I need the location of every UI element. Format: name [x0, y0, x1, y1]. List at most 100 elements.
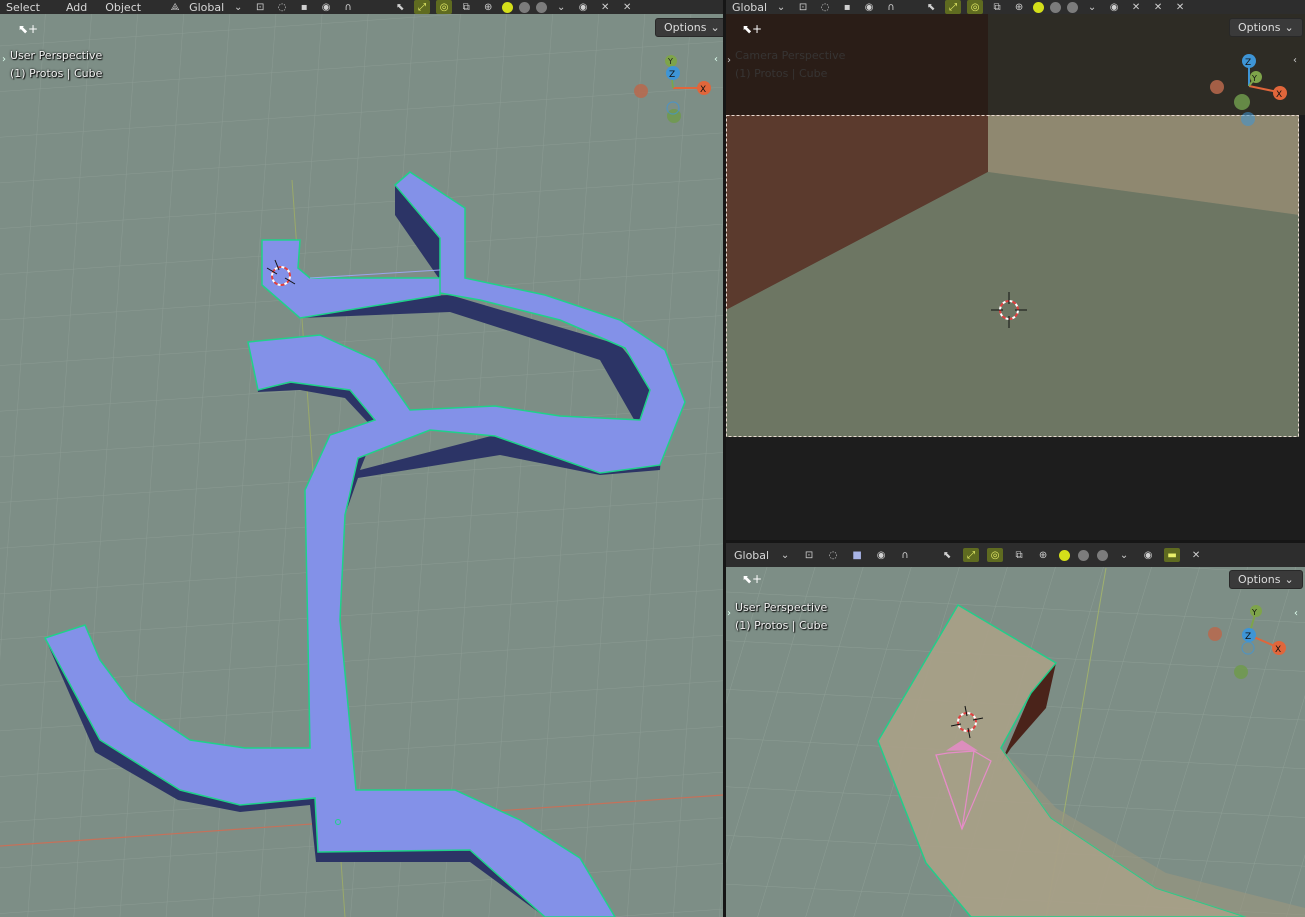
snap-target-icon[interactable]: ▪ — [296, 0, 312, 14]
left-viewport-scene[interactable] — [0, 0, 723, 917]
solid-shading-icon[interactable] — [1033, 1, 1045, 13]
close-icon[interactable]: ✕ — [1188, 548, 1204, 562]
move-tool-icon[interactable]: ⬉+ — [18, 22, 38, 36]
pivot-point-icon[interactable]: ⊡ — [795, 0, 811, 14]
gizmo-z-label: Z — [1245, 58, 1251, 68]
wireframe-shading-icon[interactable]: ⊕ — [480, 0, 496, 14]
gizmo-toggle-icon[interactable]: ⤢ — [945, 0, 962, 14]
camera-viewport-header: Global ⌄ ⊡ ◌ ▪ ◉ ∩ ⬉ ⤢ ◎ ⧉ ⊕ ⌄ ◉ ✕ ✕ ✕ — [726, 0, 1305, 14]
snap-target-icon[interactable]: ▪ — [839, 0, 855, 14]
sidebar-toggle-left-icon[interactable]: › — [727, 608, 731, 619]
solid-shading-icon[interactable] — [1059, 549, 1071, 561]
snap-icon[interactable]: ◌ — [817, 0, 833, 14]
selectability-icon[interactable]: ⬉ — [392, 0, 408, 14]
object-info: (1) Protos | Cube — [735, 67, 828, 80]
sidebar-toggle-left-icon[interactable]: › — [727, 55, 731, 66]
pivot-point-icon[interactable]: ⊡ — [801, 548, 817, 562]
options-label: Options — [664, 21, 707, 34]
bottom-viewport-header: Global ⌄ ⊡ ◌ ■ ◉ ∩ ⬉ ⤢ ◎ ⧉ ⊕ ⌄ ◉ ▬ ✕ — [726, 543, 1305, 567]
xray-toggle-icon[interactable]: ⧉ — [458, 0, 474, 14]
falloff-icon[interactable]: ∩ — [883, 0, 899, 14]
options-button[interactable]: Options ⌄ — [1229, 18, 1303, 37]
snap-target-icon[interactable]: ■ — [849, 548, 865, 562]
solid-shading-icon[interactable] — [502, 1, 514, 13]
gizmo-y-label: Y — [1251, 74, 1257, 83]
navigation-gizmo[interactable]: Y Z X — [630, 52, 720, 132]
move-tool-icon[interactable]: ⬉+ — [742, 572, 762, 586]
shading-options-icon[interactable]: ⌄ — [1084, 0, 1100, 14]
gizmo-x-label: X — [700, 85, 706, 95]
selectability-icon[interactable]: ⬉ — [939, 548, 955, 562]
visibility-eye-icon[interactable]: ◉ — [1106, 0, 1122, 14]
select-menu[interactable]: Select — [6, 1, 40, 14]
overlay-toggle-icon[interactable]: ◎ — [436, 0, 453, 14]
shading-options-icon[interactable]: ⌄ — [553, 0, 569, 14]
chevron-down-icon: ⌄ — [710, 21, 720, 34]
sidebar-toggle-right-icon[interactable]: ‹ — [1294, 608, 1298, 619]
proportional-edit-icon[interactable]: ◉ — [318, 0, 334, 14]
xray-toggle-icon[interactable]: ⧉ — [1011, 548, 1027, 562]
options-button[interactable]: Options ⌄ — [1229, 570, 1303, 589]
visibility-eye-icon[interactable]: ◉ — [575, 0, 591, 14]
transform-orientation-dropdown[interactable]: Global — [189, 1, 224, 14]
sidebar-toggle-left-icon[interactable]: › — [2, 54, 6, 65]
chevron-down-icon: ⌄ — [1284, 573, 1294, 586]
material-shading-icon[interactable] — [519, 1, 531, 13]
gizmo-y-label: Y — [667, 57, 673, 66]
gizmo-z-label: Z — [1245, 632, 1251, 642]
wireframe-shading-icon[interactable]: ⊕ — [1011, 0, 1027, 14]
rendered-shading-icon[interactable] — [536, 1, 548, 13]
proportional-edit-icon[interactable]: ◉ — [861, 0, 877, 14]
close-icon[interactable]: ✕ — [619, 0, 635, 14]
add-menu[interactable]: Add — [66, 1, 87, 14]
transform-orientation-dropdown[interactable]: Global — [732, 1, 767, 14]
overlay-toggle-icon[interactable]: ◎ — [987, 548, 1004, 562]
left-viewport-header: Select Add Object ⟁ Global ⌄ ⊡ ◌ ▪ ◉ ∩ ⬉… — [0, 0, 723, 14]
view-name: Camera Perspective — [735, 49, 846, 62]
options-label: Options — [1238, 21, 1281, 34]
chevron-down-icon: ⌄ — [1284, 21, 1294, 34]
navigation-gizmo[interactable]: Z Y X — [1210, 52, 1300, 132]
wireframe-shading-icon[interactable]: ⊕ — [1035, 548, 1051, 562]
overlay-toggle-icon[interactable]: ◎ — [967, 0, 984, 14]
view-info: User Perspective (1) Protos | Cube — [735, 599, 827, 635]
rendered-shading-icon[interactable] — [1067, 1, 1079, 13]
pivot-point-icon[interactable]: ⊡ — [252, 0, 268, 14]
collection-toggle-icon[interactable]: ▬ — [1164, 548, 1181, 562]
selectability-icon[interactable]: ⬉ — [923, 0, 939, 14]
proportional-edit-icon[interactable]: ◉ — [873, 548, 889, 562]
falloff-icon[interactable]: ∩ — [340, 0, 356, 14]
close-icon[interactable]: ✕ — [597, 0, 613, 14]
snap-icon[interactable]: ◌ — [274, 0, 290, 14]
view-name: User Perspective — [10, 49, 103, 62]
object-info: (1) Protos | Cube — [10, 67, 103, 80]
xray-toggle-icon[interactable]: ⧉ — [989, 0, 1005, 14]
gizmo-toggle-icon[interactable]: ⤢ — [414, 0, 431, 14]
camera-3d-viewport[interactable]: Global ⌄ ⊡ ◌ ▪ ◉ ∩ ⬉ ⤢ ◎ ⧉ ⊕ ⌄ ◉ ✕ ✕ ✕ ⬉… — [726, 0, 1305, 540]
shading-options-icon[interactable]: ⌄ — [1116, 548, 1132, 562]
transform-orientation-icon: ⟁ — [170, 1, 180, 13]
close-icon[interactable]: ✕ — [1172, 0, 1188, 14]
close-icon[interactable]: ✕ — [1150, 0, 1166, 14]
chevron-down-icon: ⌄ — [776, 1, 786, 13]
gizmo-y-label: Y — [1251, 608, 1257, 617]
material-shading-icon[interactable] — [1050, 1, 1062, 13]
transform-orientation-dropdown[interactable]: Global — [734, 549, 769, 562]
falloff-icon[interactable]: ∩ — [897, 548, 913, 562]
rendered-shading-icon[interactable] — [1097, 549, 1109, 561]
navigation-gizmo[interactable]: Y Z X — [1204, 601, 1294, 691]
visibility-eye-icon[interactable]: ◉ — [1140, 548, 1156, 562]
gizmo-toggle-icon[interactable]: ⤢ — [963, 548, 980, 562]
material-shading-icon[interactable] — [1078, 549, 1090, 561]
view-name: User Perspective — [735, 601, 828, 614]
view-info: Camera Perspective (1) Protos | Cube — [735, 47, 845, 83]
close-icon[interactable]: ✕ — [1128, 0, 1144, 14]
object-menu[interactable]: Object — [105, 1, 141, 14]
chevron-down-icon: ⌄ — [233, 1, 243, 13]
bottom-3d-viewport[interactable]: Global ⌄ ⊡ ◌ ■ ◉ ∩ ⬉ ⤢ ◎ ⧉ ⊕ ⌄ ◉ ▬ ✕ ⬉+ … — [726, 543, 1305, 917]
options-button[interactable]: Options ⌄ — [655, 18, 723, 37]
left-3d-viewport[interactable]: Select Add Object ⟁ Global ⌄ ⊡ ◌ ▪ ◉ ∩ ⬉… — [0, 0, 723, 917]
object-info: (1) Protos | Cube — [735, 619, 828, 632]
move-tool-icon[interactable]: ⬉+ — [742, 22, 762, 36]
snap-icon[interactable]: ◌ — [825, 548, 841, 562]
